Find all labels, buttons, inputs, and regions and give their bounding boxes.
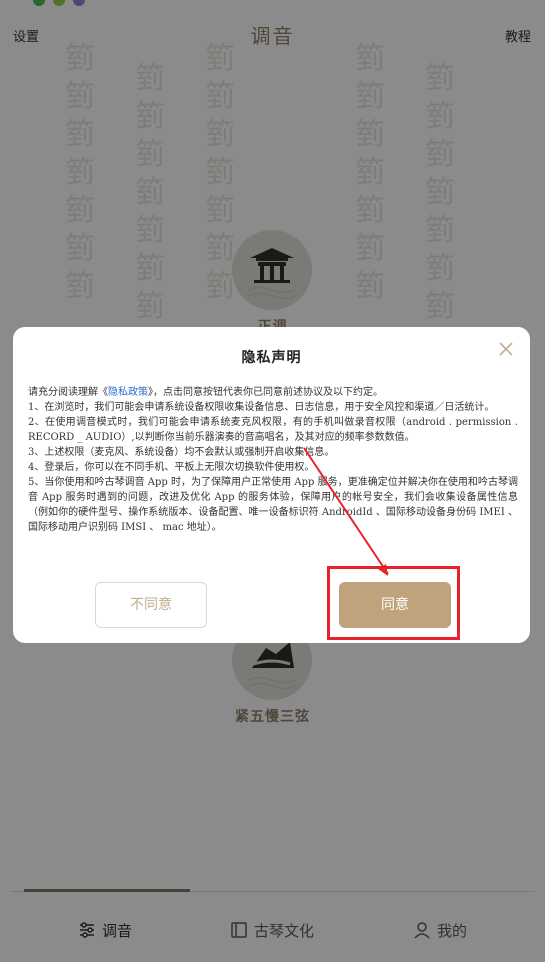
annotation-arrow: [303, 447, 389, 576]
